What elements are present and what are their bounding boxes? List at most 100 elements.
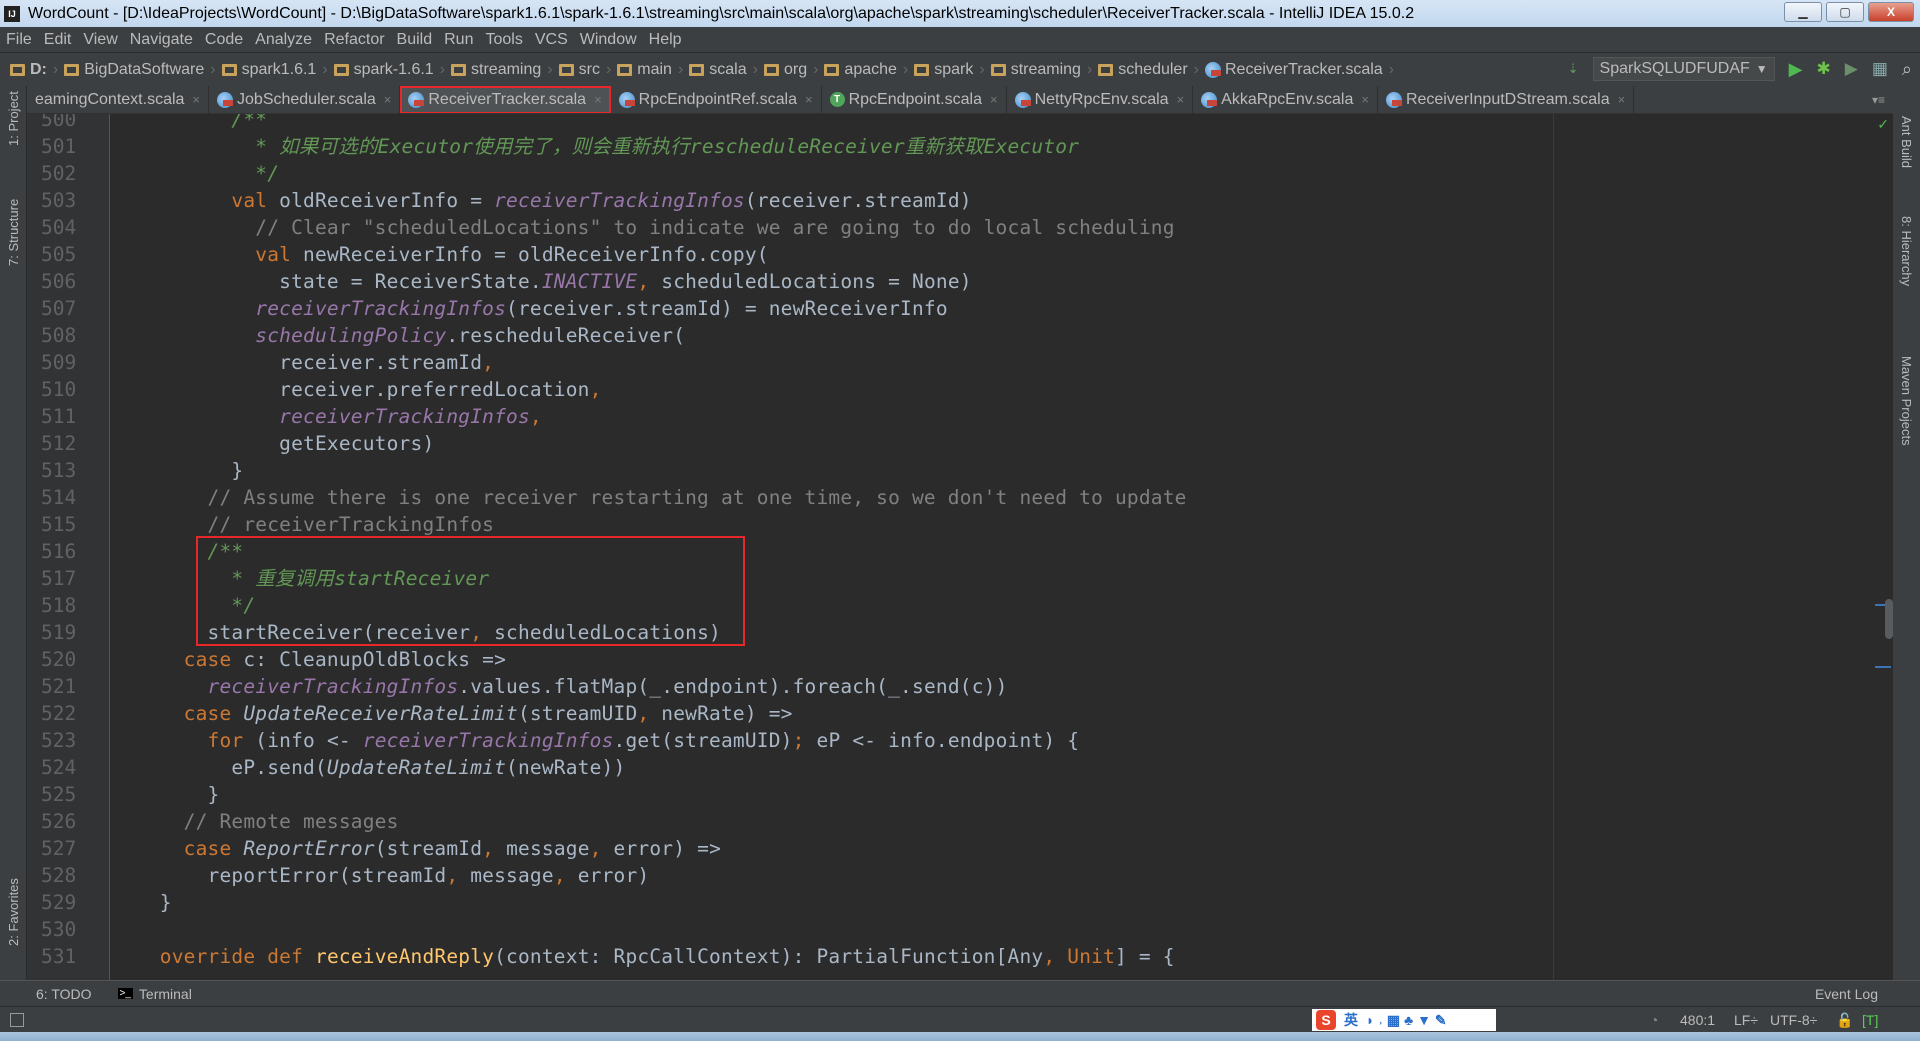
folder-icon [333,63,349,76]
inspector-icon[interactable]: [T] [1862,1012,1878,1028]
chevron-right-icon: › [439,60,446,78]
code-token: val [231,189,268,212]
menu-view[interactable]: View [83,31,117,49]
line-number: 503 [41,189,77,212]
menu-code[interactable]: Code [205,31,243,49]
close-tab-icon[interactable]: × [594,92,602,107]
code-token: c: CleanupOldBlocks => [231,648,507,671]
line-number: 501 [41,135,77,158]
menu-window[interactable]: Window [580,31,637,49]
menu-run[interactable]: Run [444,31,473,49]
error-stripe-mark[interactable] [1875,666,1891,668]
tab-nettyrpcenv[interactable]: NettyRpcEnv.scala × [1007,86,1194,113]
breadcrumb-item[interactable]: ReceiverTracker.scala › [1204,61,1394,79]
breadcrumb-item[interactable]: org › [763,61,818,79]
line-separator[interactable]: LF÷ [1734,1012,1758,1028]
code-token: } [112,891,172,914]
code-token: scheduledLocations = None) [649,270,972,293]
code-line: 515 // receiverTrackingInfos [27,511,1893,538]
scala-class-icon [618,91,635,108]
tab-rpcendpoint[interactable]: T RpcEndpoint.scala × [822,86,1007,113]
tab-receivertracker[interactable]: ReceiverTracker.scala × [400,86,611,113]
menu-tools[interactable]: Tools [485,31,522,49]
code-token: INACTIVE [541,270,638,293]
menu-vcs[interactable]: VCS [535,31,568,49]
tab-receiverinputdstream[interactable]: ReceiverInputDStream.scala × [1378,86,1635,113]
breadcrumb-item[interactable]: streaming › [451,61,553,79]
close-tab-icon[interactable]: × [805,92,813,107]
line-number: 516 [41,540,77,563]
tool-structure[interactable]: 7: Structure [6,199,21,266]
folder-icon [64,63,80,76]
breadcrumb-item[interactable]: D: › [10,61,58,79]
menu-build[interactable]: Build [397,31,433,49]
tool-todo[interactable]: 6: TODO [36,986,92,1002]
tab-rpcendpointref[interactable]: RpcEndpointRef.scala × [611,86,822,113]
lock-icon[interactable]: 🔓 [1836,1012,1853,1029]
close-tab-icon[interactable]: × [990,92,998,107]
breadcrumb-item[interactable]: BigDataSoftware › [64,61,216,79]
breadcrumb-item[interactable]: apache › [824,61,908,79]
tab-list-menu-icon[interactable]: ▾≡ [1872,93,1885,107]
breadcrumb-item[interactable]: streaming › [990,61,1092,79]
code-editor[interactable]: 500 /** 501 * 如果可选的Executor使用完了，则会重新执行res… [27,114,1893,980]
tab-akkarpcenv[interactable]: AkkaRpcEnv.scala × [1193,86,1378,113]
close-tab-icon[interactable]: × [192,92,200,107]
ime-tool-icons[interactable]: ◗ ˒ ▦ ♣ ▼ ✎ [1366,1012,1447,1029]
coverage-icon[interactable]: ▶ [1845,59,1858,79]
search-icon[interactable]: ⌕ [1902,59,1912,80]
breadcrumb-item[interactable]: spark1.6.1 › [221,61,328,79]
vertical-scrollbar[interactable] [1885,599,1893,639]
tool-ant-build[interactable]: Ant Build [1899,116,1914,168]
folder-icon [10,63,25,76]
tool-terminal[interactable]: Terminal [139,986,192,1002]
menu-help[interactable]: Help [649,31,682,49]
tab-eamingcontext[interactable]: eamingContext.scala × [27,86,210,113]
close-button[interactable]: X [1868,2,1914,22]
tool-favorites[interactable]: 2: Favorites [6,878,21,946]
project-structure-icon[interactable]: ▦ [1872,59,1888,79]
breadcrumb-item[interactable]: src › [558,61,611,79]
close-tab-icon[interactable]: × [1361,92,1369,107]
folder-icon [824,63,840,76]
breadcrumb-item[interactable]: scala › [689,61,758,79]
menu-file[interactable]: File [6,31,32,49]
scala-class-icon [1014,91,1031,108]
tool-event-log[interactable]: Event Log [1815,986,1878,1002]
ime-language[interactable]: 英 [1344,1010,1358,1030]
tool-maven-projects[interactable]: Maven Projects [1899,356,1914,446]
breadcrumb-item[interactable]: spark-1.6.1 › [333,60,446,79]
tool-hierarchy[interactable]: 8: Hierarchy [1899,216,1914,286]
menu-navigate[interactable]: Navigate [130,31,193,49]
minimize-button[interactable]: ▁ [1784,2,1822,22]
breadcrumb-item[interactable]: spark › [914,61,985,79]
scala-class-icon [1201,91,1218,108]
chevron-right-icon: › [902,60,909,78]
cursor-position[interactable]: 480:1 [1680,1012,1715,1028]
run-configuration-select[interactable]: SparkSQLUDFUDAF ▼ [1592,57,1775,81]
code-line: 513 } [27,457,1893,484]
menu-refactor[interactable]: Refactor [324,31,384,49]
vcs-update-icon[interactable]: ⇣ [1568,61,1579,77]
tool-project[interactable]: 1: Project [6,91,21,146]
line-number: 504 [41,216,77,239]
toggle-tool-windows-icon[interactable] [10,1013,24,1027]
tab-jobscheduler[interactable]: JobScheduler.scala × [209,86,401,113]
close-tab-icon[interactable]: × [1177,92,1185,107]
maximize-button[interactable]: ▢ [1826,2,1864,22]
menu-edit[interactable]: Edit [44,31,72,49]
menu-analyze[interactable]: Analyze [255,31,312,49]
breadcrumb-item[interactable]: main › [617,61,683,79]
run-icon[interactable]: ▶ [1789,59,1803,80]
code-token: UpdateRateLimit [326,756,507,779]
debug-icon[interactable]: ✱ [1817,59,1831,79]
chevron-right-icon: › [1193,60,1199,78]
line-number: 512 [41,432,77,455]
breadcrumb-label: main [637,60,672,78]
close-tab-icon[interactable]: × [384,92,392,107]
line-number: 515 [41,513,77,536]
close-tab-icon[interactable]: × [1618,92,1626,107]
breadcrumb-item[interactable]: scheduler › [1098,61,1199,79]
file-encoding[interactable]: UTF-8÷ [1770,1012,1817,1028]
